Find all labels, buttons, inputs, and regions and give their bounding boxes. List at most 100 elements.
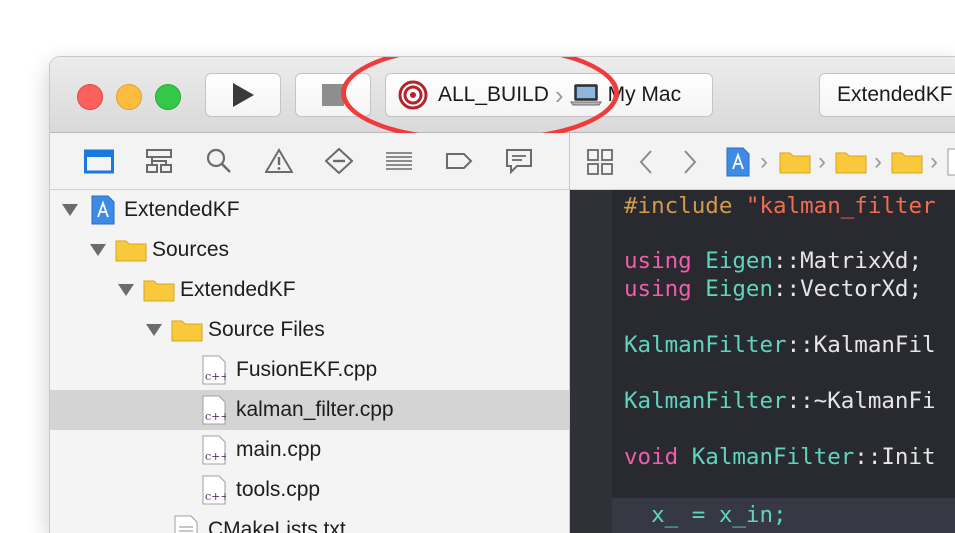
code-token: KalmanFilter: [624, 388, 787, 414]
code-token: ::KalmanFil: [786, 332, 936, 358]
close-window-button[interactable]: [77, 84, 103, 110]
code-token: KalmanFilter: [691, 444, 855, 470]
jump-bar-project[interactable]: [726, 147, 750, 177]
folder-icon: [891, 152, 923, 174]
text-file-icon: [174, 515, 198, 533]
debug-icon: [386, 152, 412, 170]
tree-row-label: main.cpp: [236, 438, 322, 461]
tree-row-extendedkf-folder[interactable]: ExtendedKF: [50, 270, 569, 310]
jump-bar-folder-1[interactable]: [779, 148, 811, 176]
code-line[interactable]: using Eigen::MatrixXd;: [624, 247, 922, 275]
code-token: Eigen: [705, 248, 774, 274]
code-token: Eigen: [705, 276, 774, 302]
code-token: #include: [624, 193, 746, 219]
go-forward-button[interactable]: [680, 148, 700, 176]
debug-navigator-tab[interactable]: [384, 148, 414, 174]
jump-bar-folder-2[interactable]: [835, 148, 867, 176]
project-icon: [91, 195, 115, 225]
code-token: using: [624, 276, 706, 302]
tree-row-fusionekf-cpp[interactable]: c++ FusionEKF.cpp: [50, 350, 569, 390]
project-navigator-tab[interactable]: [84, 148, 114, 174]
laptop-icon: [569, 84, 602, 106]
file-icon: [947, 148, 955, 176]
scheme-selector[interactable]: ALL_BUILD › My Mac: [385, 73, 713, 117]
tree-row-source-files[interactable]: Source Files: [50, 310, 569, 350]
code-line[interactable]: #include "kalman_filter: [624, 192, 936, 220]
svg-text:c++: c++: [205, 370, 226, 383]
folder-icon: [143, 280, 175, 302]
report-icon: [506, 149, 532, 174]
issue-navigator-tab[interactable]: [264, 148, 294, 174]
test-navigator-tab[interactable]: [324, 148, 354, 174]
search-icon: [206, 148, 231, 173]
disclosure-triangle-icon[interactable]: [90, 244, 106, 256]
scheme-target-label: ALL_BUILD: [438, 83, 549, 106]
stop-icon: [322, 84, 344, 106]
breakpoint-icon: [446, 153, 473, 169]
source-editor[interactable]: #include "kalman_filterusing Eigen::Matr…: [570, 190, 955, 533]
go-back-button[interactable]: [636, 148, 656, 176]
xcode-window: ALL_BUILD › My Mac ExtendedKF › › › › Ex…: [50, 57, 955, 533]
report-navigator-tab[interactable]: [504, 148, 534, 174]
jump-bar-folder-3[interactable]: [891, 148, 923, 176]
scheme-destination-label: My Mac: [607, 83, 682, 106]
find-navigator-tab[interactable]: [204, 148, 234, 174]
project-navigator: ExtendedKF Sources ExtendedKF Source Fil…: [50, 190, 569, 533]
stop-button[interactable]: [295, 73, 371, 117]
warning-icon: [265, 148, 293, 173]
target-icon: [398, 80, 428, 110]
path-separator-icon: ›: [760, 148, 768, 175]
symbol-navigator-tab[interactable]: [144, 148, 174, 174]
svg-text:c++: c++: [205, 410, 226, 423]
tree-row-main-cpp[interactable]: c++ main.cpp: [50, 430, 569, 470]
code-token: ::MatrixXd;: [773, 248, 923, 274]
code-token: ::~KalmanFi: [786, 388, 936, 414]
chevron-right-icon: [684, 150, 697, 174]
cpp-file-icon: c++: [202, 395, 226, 425]
tree-row-label: tools.cpp: [236, 478, 321, 501]
tree-row-label: kalman_filter.cpp: [236, 398, 394, 421]
code-token: ::VectorXd;: [773, 276, 923, 302]
status-text: ExtendedKF: [837, 83, 953, 106]
cpp-file-icon: c++: [202, 475, 226, 505]
cpp-file-icon: c++: [202, 355, 226, 385]
folder-icon: [779, 152, 811, 174]
zoom-window-button[interactable]: [155, 84, 181, 110]
code-line[interactable]: x_ = x_in;: [624, 501, 786, 529]
chevron-left-icon: [639, 150, 652, 174]
path-separator-icon: ›: [930, 148, 938, 175]
tree-row-kalman-filter-cpp[interactable]: c++ kalman_filter.cpp: [50, 390, 569, 430]
project-icon: [726, 147, 750, 177]
disclosure-triangle-icon[interactable]: [118, 284, 134, 296]
jump-bar-file[interactable]: [947, 148, 955, 176]
folder-icon: [115, 240, 147, 262]
chevron-right-icon: ›: [554, 80, 564, 110]
cpp-file-icon: c++: [202, 435, 226, 465]
run-button[interactable]: [205, 73, 281, 117]
tree-row-cmakelists[interactable]: CMakeLists.txt: [50, 510, 569, 533]
tree-row-extendedkf-project[interactable]: ExtendedKF: [50, 190, 569, 230]
svg-text:c++: c++: [205, 450, 226, 463]
disclosure-triangle-icon[interactable]: [62, 204, 78, 216]
jump-bar: › › › ›: [570, 133, 955, 190]
tree-row-sources[interactable]: Sources: [50, 230, 569, 270]
disclosure-triangle-icon[interactable]: [146, 324, 162, 336]
navigator-selector-bar: [50, 133, 569, 190]
code-token: ::Init: [854, 444, 936, 470]
tree-row-tools-cpp[interactable]: c++ tools.cpp: [50, 470, 569, 510]
related-items-button[interactable]: [586, 148, 614, 176]
tree-row-label: Sources: [152, 238, 230, 261]
line-number-gutter[interactable]: [570, 190, 612, 533]
code-line[interactable]: using Eigen::VectorXd;: [624, 275, 922, 303]
code-line[interactable]: KalmanFilter::KalmanFil: [624, 331, 936, 359]
hierarchy-icon: [146, 149, 172, 173]
grid-icon: [587, 149, 613, 175]
code-token: "kalman_filter: [745, 193, 936, 219]
breakpoint-navigator-tab[interactable]: [444, 148, 474, 174]
minimize-window-button[interactable]: [116, 84, 142, 110]
path-separator-icon: ›: [874, 148, 882, 175]
code-line[interactable]: void KalmanFilter::Init: [624, 443, 936, 471]
tree-row-label: CMakeLists.txt: [208, 518, 346, 533]
tree-row-label: FusionEKF.cpp: [236, 358, 378, 381]
code-line[interactable]: KalmanFilter::~KalmanFi: [624, 387, 936, 415]
